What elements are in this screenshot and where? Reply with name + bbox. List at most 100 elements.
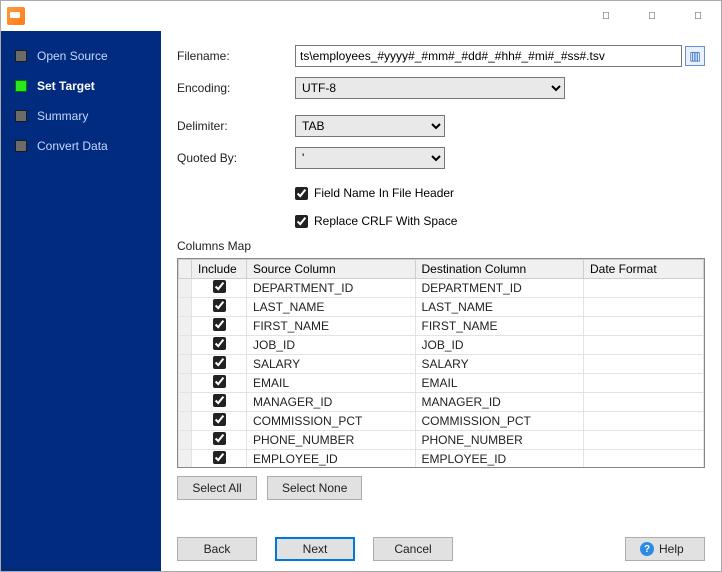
select-all-button[interactable]: Select All <box>177 476 257 500</box>
date-format-cell[interactable] <box>584 317 704 336</box>
table-row[interactable]: SALARYSALARY <box>179 355 704 374</box>
cancel-button[interactable]: Cancel <box>373 537 453 561</box>
wizard-sidebar: Open Source Set Target Summary Convert Data <box>1 31 161 571</box>
date-format-cell[interactable] <box>584 298 704 317</box>
row-handle[interactable] <box>179 374 192 393</box>
delimiter-select[interactable]: TAB <box>295 115 445 137</box>
field-name-header-checkbox[interactable] <box>295 187 308 200</box>
table-row[interactable]: JOB_IDJOB_ID <box>179 336 704 355</box>
include-checkbox[interactable] <box>213 432 226 445</box>
date-format-cell[interactable] <box>584 431 704 450</box>
include-checkbox[interactable] <box>213 394 226 407</box>
step-indicator-icon <box>15 80 27 92</box>
table-row[interactable]: MANAGER_IDMANAGER_ID <box>179 393 704 412</box>
source-column-cell[interactable]: MANAGER_ID <box>247 393 416 412</box>
col-dest-header[interactable]: Destination Column <box>415 260 584 279</box>
sidebar-step-3[interactable]: Convert Data <box>1 131 161 161</box>
table-row[interactable]: FIRST_NAMEFIRST_NAME <box>179 317 704 336</box>
row-handle[interactable] <box>179 298 192 317</box>
source-column-cell[interactable]: JOB_ID <box>247 336 416 355</box>
step-label: Convert Data <box>37 139 108 153</box>
col-source-header[interactable]: Source Column <box>247 260 416 279</box>
table-row[interactable]: LAST_NAMELAST_NAME <box>179 298 704 317</box>
help-label: Help <box>659 542 684 556</box>
table-row[interactable]: COMMISSION_PCTCOMMISSION_PCT <box>179 412 704 431</box>
date-format-cell[interactable] <box>584 374 704 393</box>
encoding-select[interactable]: UTF-8 <box>295 77 565 99</box>
dest-column-cell[interactable]: JOB_ID <box>415 336 584 355</box>
step-label: Set Target <box>37 79 95 93</box>
col-date-header[interactable]: Date Format <box>584 260 704 279</box>
dest-column-cell[interactable]: PHONE_NUMBER <box>415 431 584 450</box>
include-checkbox[interactable] <box>213 318 226 331</box>
sidebar-step-1[interactable]: Set Target <box>1 71 161 101</box>
dest-column-cell[interactable]: MANAGER_ID <box>415 393 584 412</box>
source-column-cell[interactable]: SALARY <box>247 355 416 374</box>
quoted-by-select[interactable]: ' <box>295 147 445 169</box>
include-checkbox[interactable] <box>213 375 226 388</box>
col-move-header <box>179 260 192 279</box>
filename-label: Filename: <box>177 49 295 63</box>
columns-table[interactable]: Include Source Column Destination Column… <box>177 258 705 468</box>
folder-icon: ▥ <box>689 49 700 63</box>
row-handle[interactable] <box>179 393 192 412</box>
source-column-cell[interactable]: DEPARTMENT_ID <box>247 279 416 298</box>
date-format-cell[interactable] <box>584 279 704 298</box>
dest-column-cell[interactable]: EMAIL <box>415 374 584 393</box>
row-handle[interactable] <box>179 355 192 374</box>
delimiter-label: Delimiter: <box>177 119 295 133</box>
date-format-cell[interactable] <box>584 336 704 355</box>
row-handle[interactable] <box>179 450 192 469</box>
next-button[interactable]: Next <box>275 537 355 561</box>
include-checkbox[interactable] <box>213 356 226 369</box>
source-column-cell[interactable]: EMPLOYEE_ID <box>247 450 416 469</box>
close-button[interactable]:  <box>675 1 721 31</box>
replace-crlf-label: Replace CRLF With Space <box>314 214 457 228</box>
include-checkbox[interactable] <box>213 337 226 350</box>
date-format-cell[interactable] <box>584 450 704 469</box>
dest-column-cell[interactable]: COMMISSION_PCT <box>415 412 584 431</box>
source-column-cell[interactable]: LAST_NAME <box>247 298 416 317</box>
row-handle[interactable] <box>179 279 192 298</box>
date-format-cell[interactable] <box>584 412 704 431</box>
table-row[interactable]: PHONE_NUMBERPHONE_NUMBER <box>179 431 704 450</box>
source-column-cell[interactable]: COMMISSION_PCT <box>247 412 416 431</box>
encoding-label: Encoding: <box>177 81 295 95</box>
include-checkbox[interactable] <box>213 280 226 293</box>
maximize-button[interactable]:  <box>629 1 675 31</box>
table-row[interactable]: DEPARTMENT_IDDEPARTMENT_ID <box>179 279 704 298</box>
table-row[interactable]: EMPLOYEE_IDEMPLOYEE_ID <box>179 450 704 469</box>
include-checkbox[interactable] <box>213 413 226 426</box>
minimize-button[interactable]:  <box>583 1 629 31</box>
row-handle[interactable] <box>179 412 192 431</box>
date-format-cell[interactable] <box>584 355 704 374</box>
date-format-cell[interactable] <box>584 393 704 412</box>
col-include-header[interactable]: Include <box>192 260 247 279</box>
back-button[interactable]: Back <box>177 537 257 561</box>
row-handle[interactable] <box>179 336 192 355</box>
dest-column-cell[interactable]: LAST_NAME <box>415 298 584 317</box>
replace-crlf-checkbox[interactable] <box>295 215 308 228</box>
select-none-button[interactable]: Select None <box>267 476 362 500</box>
app-icon <box>7 7 25 25</box>
browse-button[interactable]: ▥ <box>685 46 705 66</box>
row-handle[interactable] <box>179 317 192 336</box>
table-row[interactable]: EMAILEMAIL <box>179 374 704 393</box>
field-name-header-label: Field Name In File Header <box>314 186 454 200</box>
source-column-cell[interactable]: FIRST_NAME <box>247 317 416 336</box>
dest-column-cell[interactable]: FIRST_NAME <box>415 317 584 336</box>
columns-map-label: Columns Map <box>177 239 705 253</box>
step-indicator-icon <box>15 50 27 62</box>
include-checkbox[interactable] <box>213 299 226 312</box>
filename-input[interactable] <box>295 45 682 67</box>
row-handle[interactable] <box>179 431 192 450</box>
sidebar-step-2[interactable]: Summary <box>1 101 161 131</box>
dest-column-cell[interactable]: SALARY <box>415 355 584 374</box>
source-column-cell[interactable]: EMAIL <box>247 374 416 393</box>
include-checkbox[interactable] <box>213 451 226 464</box>
help-button[interactable]: ? Help <box>625 537 705 561</box>
source-column-cell[interactable]: PHONE_NUMBER <box>247 431 416 450</box>
dest-column-cell[interactable]: DEPARTMENT_ID <box>415 279 584 298</box>
dest-column-cell[interactable]: EMPLOYEE_ID <box>415 450 584 469</box>
sidebar-step-0[interactable]: Open Source <box>1 41 161 71</box>
